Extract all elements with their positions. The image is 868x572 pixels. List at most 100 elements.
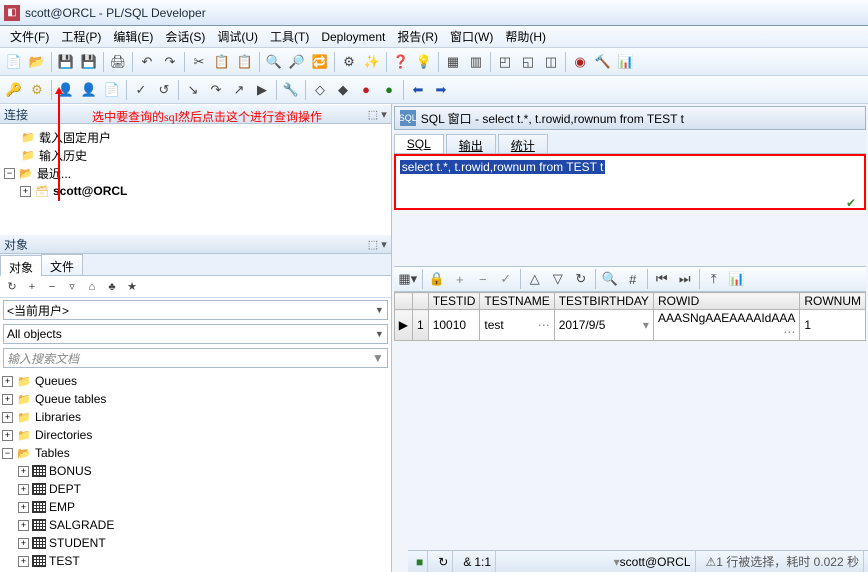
chart-icon[interactable]: 📊: [726, 268, 748, 290]
tile-icon[interactable]: ◫: [540, 51, 562, 73]
pin-icon[interactable]: ⬚ ▾: [368, 238, 387, 251]
menu-bar[interactable]: 文件(F) 工程(P) 编辑(E) 会话(S) 调试(U) 工具(T) Depl…: [0, 26, 868, 48]
menu-window[interactable]: 窗口(W): [444, 26, 499, 47]
result-grid[interactable]: TESTID TESTNAME TESTBIRTHDAY ROWID ROWNU…: [394, 292, 866, 341]
prev-icon[interactable]: ⬅: [407, 79, 429, 101]
window-icon[interactable]: ◰: [494, 51, 516, 73]
menu-debug[interactable]: 调试(U): [211, 26, 264, 47]
replace-icon[interactable]: 🔁: [309, 51, 331, 73]
ellipsis-icon[interactable]: ⋯: [783, 325, 795, 339]
tool-icon[interactable]: 🔨: [592, 51, 614, 73]
stepinto-icon[interactable]: ↘: [182, 79, 204, 101]
cascade-icon[interactable]: ◱: [517, 51, 539, 73]
menu-help[interactable]: 帮助(H): [499, 26, 552, 47]
report-icon[interactable]: ◉: [569, 51, 591, 73]
cut-icon[interactable]: ✂: [188, 51, 210, 73]
fav-icon[interactable]: ★: [123, 278, 141, 296]
grid-grid-icon[interactable]: ▦▾: [397, 268, 419, 290]
compile-icon[interactable]: ⚙: [338, 51, 360, 73]
refresh-icon[interactable]: ↻: [3, 278, 21, 296]
status-connection[interactable]: scott@ORCL: [620, 555, 691, 569]
menu-edit[interactable]: 编辑(E): [107, 26, 159, 47]
stop-icon[interactable]: ●: [355, 79, 377, 101]
copy-icon[interactable]: 📋: [211, 51, 233, 73]
ellipsis-icon[interactable]: ⋯: [538, 318, 550, 332]
find-grid-icon[interactable]: 🔍: [599, 268, 621, 290]
home-icon[interactable]: ⌂: [83, 278, 101, 296]
paste-icon[interactable]: 📋: [234, 51, 256, 73]
expand-icon[interactable]: +: [18, 538, 29, 549]
beautify-icon[interactable]: ✨: [361, 51, 383, 73]
expand-icon[interactable]: +: [2, 430, 13, 441]
runto-icon[interactable]: ▶: [251, 79, 273, 101]
pin-icon[interactable]: ⬚ ▾: [368, 108, 387, 121]
tab-sql[interactable]: SQL: [394, 134, 444, 153]
expand-icon[interactable]: +: [18, 556, 29, 567]
menu-tools[interactable]: 工具(T): [264, 26, 315, 47]
sql-selected-text[interactable]: select t.*, t.rowid,rownum from TEST t: [400, 160, 606, 174]
wrench-icon[interactable]: 🔧: [280, 79, 302, 101]
break-icon[interactable]: ◆: [332, 79, 354, 101]
help-icon[interactable]: ❓: [390, 51, 412, 73]
findnext-icon[interactable]: 🔎: [286, 51, 308, 73]
remove-icon[interactable]: −: [43, 278, 61, 296]
tab-output[interactable]: 输出: [446, 134, 496, 153]
export-icon[interactable]: ⤒: [703, 268, 725, 290]
last-icon[interactable]: ⏭: [674, 268, 696, 290]
save-icon[interactable]: 💾: [55, 51, 77, 73]
sql-file-icon[interactable]: 📄: [101, 79, 123, 101]
expand-icon[interactable]: +: [18, 520, 29, 531]
del-row-icon[interactable]: −: [472, 268, 494, 290]
expand-icon[interactable]: +: [18, 484, 29, 495]
collapse-icon[interactable]: −: [2, 448, 13, 459]
first-icon[interactable]: ⏮: [651, 268, 673, 290]
tab-stats[interactable]: 统计: [498, 134, 548, 153]
session2-icon[interactable]: 👤: [78, 79, 100, 101]
objects-tree[interactable]: +📁Queues +📁Queue tables +📁Libraries +📁Di…: [0, 370, 391, 572]
expand-icon[interactable]: +: [2, 394, 13, 405]
undo-icon[interactable]: ↶: [136, 51, 158, 73]
collapse-icon[interactable]: −: [4, 168, 15, 179]
expand-icon[interactable]: +: [18, 466, 29, 477]
tree-icon[interactable]: ♣: [103, 278, 121, 296]
add-icon[interactable]: +: [23, 278, 41, 296]
col-rownum[interactable]: ROWNUM: [800, 293, 866, 310]
lock-icon[interactable]: 🔒: [426, 268, 448, 290]
key-icon[interactable]: 🔑: [3, 79, 25, 101]
redo-icon[interactable]: ↷: [159, 51, 181, 73]
filter-combo[interactable]: All objects▼: [3, 324, 388, 344]
menu-deployment[interactable]: Deployment: [315, 28, 391, 46]
fetch-icon[interactable]: △: [524, 268, 546, 290]
add-row-icon[interactable]: +: [449, 268, 471, 290]
plan-icon[interactable]: 📊: [615, 51, 637, 73]
stepout-icon[interactable]: ↗: [228, 79, 250, 101]
sql-editor[interactable]: select t.*, t.rowid,rownum from TEST t: [394, 154, 866, 210]
dropdown-icon[interactable]: ▾: [643, 318, 649, 332]
find-icon[interactable]: 🔍: [263, 51, 285, 73]
saveall-icon[interactable]: 💾: [78, 51, 100, 73]
new-icon[interactable]: 📄: [3, 51, 25, 73]
rollback-icon[interactable]: ↺: [153, 79, 175, 101]
refresh-grid-icon[interactable]: ↻: [570, 268, 592, 290]
grid-icon[interactable]: ▦: [442, 51, 464, 73]
menu-report[interactable]: 报告(R): [391, 26, 444, 47]
counter-icon[interactable]: #: [622, 268, 644, 290]
form-icon[interactable]: ▥: [465, 51, 487, 73]
expand-icon[interactable]: +: [2, 412, 13, 423]
col-testbirthday[interactable]: TESTBIRTHDAY: [554, 293, 653, 310]
assist-icon[interactable]: 💡: [413, 51, 435, 73]
col-testid[interactable]: TESTID: [428, 293, 480, 310]
filter-icon[interactable]: ▿: [63, 278, 81, 296]
stepover-icon[interactable]: ↷: [205, 79, 227, 101]
menu-session[interactable]: 会话(S): [159, 26, 211, 47]
go-icon[interactable]: ●: [378, 79, 400, 101]
expand-icon[interactable]: +: [18, 502, 29, 513]
status-refresh-icon[interactable]: ↻: [434, 551, 453, 572]
print-icon[interactable]: 🖨: [107, 51, 129, 73]
col-testname[interactable]: TESTNAME: [480, 293, 554, 310]
row-pointer-icon[interactable]: ▶: [394, 310, 412, 341]
next-icon[interactable]: ➡: [430, 79, 452, 101]
post-icon[interactable]: ✓: [495, 268, 517, 290]
table-row[interactable]: ▶ 1 10010 test ⋯ 2017/9/5 ▾ AAASNgAAEAAA…: [394, 310, 865, 341]
commit-icon[interactable]: ✓: [130, 79, 152, 101]
